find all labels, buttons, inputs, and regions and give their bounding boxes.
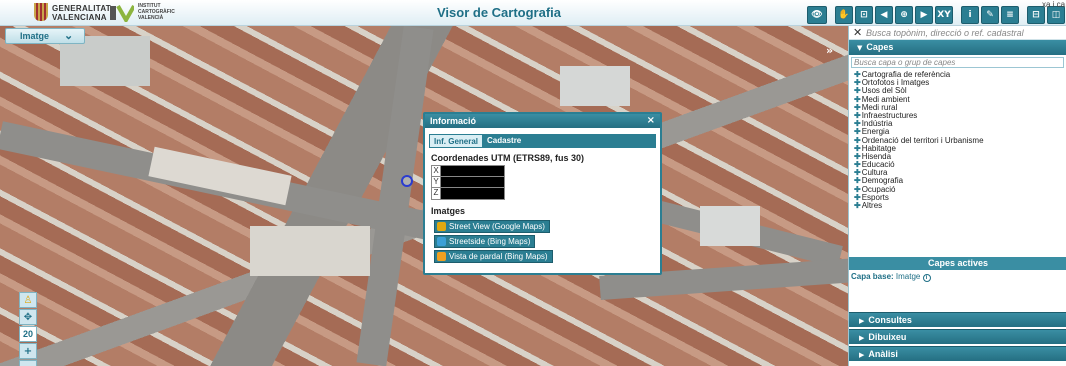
layer-group[interactable]: ✚Esports xyxy=(854,193,1066,202)
analisi-section[interactable]: ▶ Anàlisi xyxy=(849,346,1066,361)
info-popup: Informació × Inf. General Cadastre Coord… xyxy=(423,112,662,275)
gv-line2: VALENCIANA xyxy=(52,13,107,22)
pan-icon[interactable]: ✥ xyxy=(19,309,37,325)
icv-line3: VALENCIÀ xyxy=(138,15,164,21)
capes-title: Capes xyxy=(866,42,894,52)
layer-group-label: Altres xyxy=(861,201,883,210)
coord-row-z: Z xyxy=(432,188,504,199)
close-search-icon[interactable]: ✕ xyxy=(853,26,862,39)
print-icon[interactable]: ≡ xyxy=(1001,6,1019,24)
search-input[interactable]: Busca topònim, direcció o ref. cadastral xyxy=(866,28,1024,38)
coord-title: Coordenades UTM (ETRS89, fus 30) xyxy=(431,153,585,163)
hand-pan-icon[interactable]: ✋ xyxy=(835,6,853,24)
analisi-label: Anàlisi xyxy=(868,349,898,359)
popup-title: Informació xyxy=(430,116,477,126)
coord-value-redacted xyxy=(441,188,504,199)
plus-icon: ✚ xyxy=(854,127,861,137)
coord-row-y: Y xyxy=(432,177,504,188)
birds-eye-label: Vista de pardal (Bing Maps) xyxy=(449,252,548,261)
coord-value-redacted xyxy=(441,166,504,176)
pegman-icon[interactable]: ♙ xyxy=(19,292,37,308)
icv-mark-icon xyxy=(110,5,134,22)
tab-cadastre[interactable]: Cadastre xyxy=(483,134,525,148)
prev-view-icon[interactable]: ◀ xyxy=(875,6,893,24)
tab-general[interactable]: Inf. General xyxy=(429,134,484,148)
coord-value-redacted xyxy=(441,177,504,187)
header-cut-text: xa i ca xyxy=(1042,0,1066,9)
triangle-down-icon: ▼ xyxy=(857,44,863,52)
birds-eye-button[interactable]: Vista de pardal (Bing Maps) xyxy=(434,250,553,263)
plus-icon: ✚ xyxy=(854,201,861,210)
zoom-controls: ♙ ✥ 20 + − xyxy=(19,292,37,366)
layer-tree: ✚Cartografia de referència ✚Ortofotos i … xyxy=(849,70,1066,210)
collapse-panel-icon[interactable]: » xyxy=(826,44,842,58)
images-title: Imatges xyxy=(431,206,466,216)
popup-tabs: Inf. General Cadastre xyxy=(429,134,656,148)
consultes-label: Consultes xyxy=(868,315,912,325)
layer-group[interactable]: ✚Altres xyxy=(854,201,1066,210)
layer-search-input[interactable]: Busca capa o grup de capes xyxy=(851,57,1064,68)
zoom-level: 20 xyxy=(19,326,37,342)
coat-of-arms-icon xyxy=(34,3,48,21)
street-view-button[interactable]: Street View (Google Maps) xyxy=(434,220,550,233)
zoom-in-button[interactable]: + xyxy=(19,343,37,359)
bing-icon xyxy=(437,252,446,261)
triangle-right-icon: ▶ xyxy=(859,317,865,325)
streetside-button[interactable]: Streetside (Bing Maps) xyxy=(434,235,536,248)
search-bar[interactable]: ✕ Busca topònim, direcció o ref. cadastr… xyxy=(849,26,1066,40)
toolbar: 👁 ✋ ⊡ ◀ ⊕ ▶ XY i ✎ ≡ ⊟ ◫ xyxy=(807,6,1065,24)
active-layers-header[interactable]: Capes actives xyxy=(849,257,1066,270)
next-view-icon[interactable]: ▶ xyxy=(915,6,933,24)
info-icon[interactable]: i xyxy=(961,6,979,24)
dibuixeu-label: Dibuixeu xyxy=(868,332,907,342)
coord-table: X Y Z xyxy=(431,165,505,200)
streetside-label: Streetside (Bing Maps) xyxy=(449,237,531,246)
capes-section-header[interactable]: ▼ Capes xyxy=(849,40,1066,55)
zoom-box-icon[interactable]: ⊕ xyxy=(895,6,913,24)
app-header: GENERALITAT VALENCIANA INSTITUT CARTOGRÀ… xyxy=(0,0,1066,26)
pegman-icon xyxy=(437,222,446,231)
page-title: Visor de Cartografia xyxy=(437,5,562,20)
base-layer-select[interactable]: Imatge ⌄ xyxy=(5,28,85,44)
capa-base-label: Capa base: xyxy=(851,272,894,281)
measure-icon[interactable]: ✎ xyxy=(981,6,999,24)
base-layer-label: Imatge xyxy=(20,31,50,41)
coord-key: Y xyxy=(432,177,441,187)
street-view-label: Street View (Google Maps) xyxy=(449,222,545,231)
location-marker[interactable] xyxy=(401,175,413,187)
coord-row-x: X xyxy=(432,166,504,177)
dibuixeu-section[interactable]: ▶ Dibuixeu xyxy=(849,329,1066,344)
streetside-icon xyxy=(437,237,446,246)
triangle-right-icon: ▶ xyxy=(859,334,865,342)
close-icon[interactable]: × xyxy=(647,115,655,126)
chevron-down-icon: ⌄ xyxy=(64,30,74,42)
base-layer-info: Capa base: Imatge i xyxy=(851,272,931,282)
xy-coordinates-icon[interactable]: XY xyxy=(935,6,953,24)
icv-logo[interactable]: INSTITUT CARTOGRÀFIC VALENCIÀ xyxy=(110,2,210,24)
capa-base-value[interactable]: Imatge xyxy=(896,272,920,281)
popup-header: Informació × xyxy=(425,114,660,128)
eye-icon[interactable]: 👁 xyxy=(807,6,827,24)
coord-key: Z xyxy=(432,188,441,199)
gv-line1: GENERALITAT xyxy=(52,4,111,13)
zoom-extent-icon[interactable]: ⊡ xyxy=(855,6,873,24)
zoom-out-button[interactable]: − xyxy=(19,360,37,366)
generalitat-logo[interactable]: GENERALITAT VALENCIANA xyxy=(34,2,111,24)
consultes-section[interactable]: ▶ Consultes xyxy=(849,312,1066,327)
triangle-right-icon: ▶ xyxy=(859,351,865,359)
right-panel: ✕ Busca topònim, direcció o ref. cadastr… xyxy=(848,26,1066,366)
coord-key: X xyxy=(432,166,441,176)
info-circle-icon[interactable]: i xyxy=(922,274,931,282)
